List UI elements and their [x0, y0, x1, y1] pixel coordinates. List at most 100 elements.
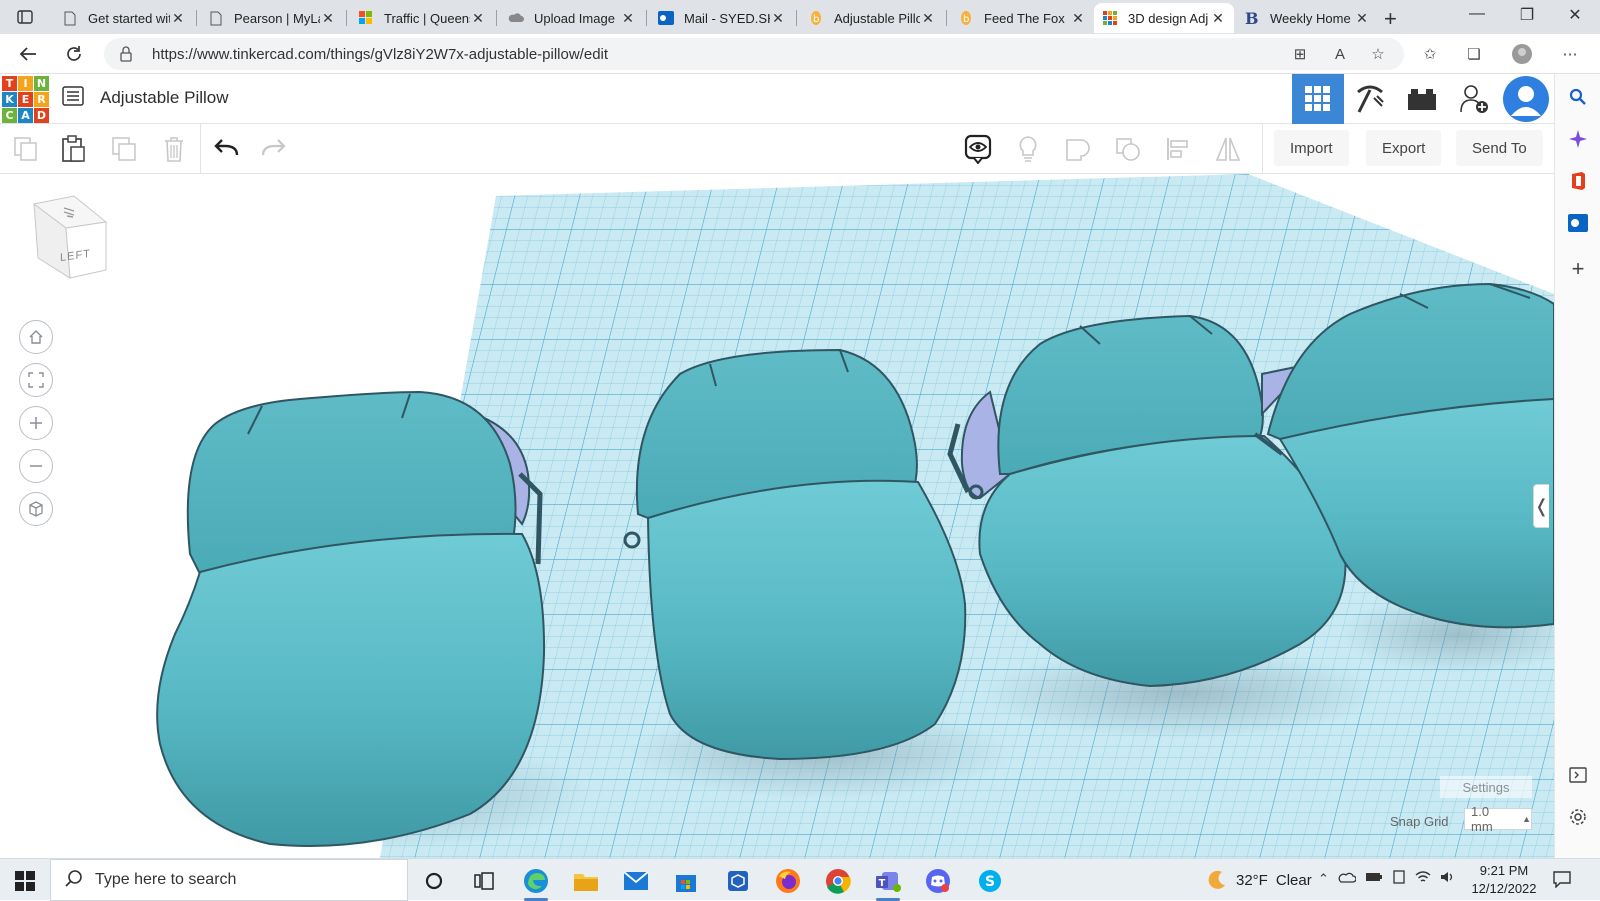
- app-available-icon[interactable]: ⊞: [1290, 44, 1310, 64]
- virtualbox-app-icon[interactable]: [718, 863, 758, 899]
- volume-icon[interactable]: [1440, 870, 1456, 887]
- teams-app-icon[interactable]: T: [868, 863, 908, 901]
- collections-icon[interactable]: ❏: [1464, 44, 1484, 64]
- store-app-icon[interactable]: [666, 863, 706, 899]
- tab-close-icon[interactable]: ✕: [1210, 10, 1226, 27]
- browser-menu-icon[interactable]: ⋯: [1560, 44, 1580, 64]
- view-cube[interactable]: LEFT: [30, 194, 110, 284]
- new-tab-button[interactable]: +: [1384, 6, 1397, 32]
- search-sidebar-icon[interactable]: [1567, 86, 1589, 108]
- undo-button[interactable]: [210, 133, 242, 165]
- blocks-view-button[interactable]: [1344, 74, 1396, 124]
- firefox-app-icon[interactable]: [768, 863, 808, 899]
- profile-icon[interactable]: [1512, 44, 1532, 64]
- export-button[interactable]: Export: [1366, 130, 1442, 166]
- delete-button[interactable]: [158, 133, 190, 165]
- tab-close-icon[interactable]: ✕: [1070, 10, 1086, 27]
- fit-view-button[interactable]: [19, 363, 53, 397]
- discover-icon[interactable]: [1567, 128, 1589, 150]
- show-all-button[interactable]: [1012, 133, 1044, 165]
- tab-close-icon[interactable]: ✕: [770, 10, 786, 27]
- tab-close-icon[interactable]: ✕: [920, 10, 936, 27]
- add-favorite-icon[interactable]: ☆: [1368, 44, 1388, 64]
- tab-actions-menu-icon[interactable]: [10, 6, 40, 28]
- onedrive-icon[interactable]: [1338, 871, 1357, 886]
- browser-tab[interactable]: Pearson | MyLab ✕: [200, 3, 344, 33]
- zoom-out-button[interactable]: [19, 449, 53, 483]
- 3d-view-button[interactable]: [1292, 74, 1344, 124]
- snap-grid-select[interactable]: 1.0 mm ▲: [1464, 804, 1532, 834]
- home-view-button[interactable]: [19, 320, 53, 354]
- weather-widget[interactable]: 32°F Clear: [1206, 869, 1312, 891]
- browser-tab-active[interactable]: 3D design Adj ✕: [1094, 3, 1234, 33]
- send-to-button[interactable]: Send To: [1456, 130, 1543, 166]
- browser-tab[interactable]: Get started with ✕: [54, 3, 194, 33]
- discord-app-icon[interactable]: [918, 863, 958, 899]
- back-button[interactable]: [14, 40, 42, 68]
- taskbar-clock[interactable]: 9:21 PM 12/12/2022: [1468, 862, 1540, 898]
- add-sidebar-icon[interactable]: +: [1567, 256, 1589, 281]
- battery-icon[interactable]: [1365, 871, 1383, 886]
- eye-bubble-icon: [964, 134, 992, 164]
- collapse-panel-button[interactable]: ❬: [1533, 484, 1549, 528]
- tab-close-icon[interactable]: ✕: [320, 10, 336, 27]
- redo-button[interactable]: [258, 133, 290, 165]
- office-icon[interactable]: [1567, 170, 1589, 192]
- tinkercad-logo[interactable]: T I N K E R C A D: [2, 76, 49, 123]
- zoom-in-button[interactable]: [19, 406, 53, 440]
- ungroup-button[interactable]: [1112, 133, 1144, 165]
- start-button[interactable]: [8, 867, 42, 895]
- read-aloud-icon[interactable]: A: [1330, 44, 1350, 64]
- tab-close-icon[interactable]: ✕: [620, 10, 636, 27]
- sidebar-settings-icon[interactable]: [1567, 806, 1589, 828]
- tab-close-icon[interactable]: ✕: [470, 10, 486, 27]
- minimize-icon[interactable]: —: [1454, 5, 1500, 23]
- mail-app-icon[interactable]: [616, 863, 656, 899]
- browser-tab[interactable]: Mail - SYED.SH ✕: [650, 3, 794, 33]
- url-field[interactable]: https://www.tinkercad.com/things/gVlz8iY…: [104, 38, 1404, 70]
- restore-icon[interactable]: ❐: [1504, 5, 1550, 25]
- tab-title: Feed The Fox: [984, 10, 1065, 26]
- align-button[interactable]: [1162, 133, 1194, 165]
- design-list-icon[interactable]: [62, 86, 86, 110]
- edge-app-icon[interactable]: [516, 863, 556, 901]
- tab-close-icon[interactable]: ✕: [1354, 10, 1370, 27]
- browser-tab[interactable]: Traffic | Queens ✕: [350, 3, 494, 33]
- group-button[interactable]: [1062, 133, 1094, 165]
- workplane-viewport[interactable]: LEFT ❬ Settings Snap Grid 1.0 mm ▲: [0, 174, 1554, 858]
- skype-app-icon[interactable]: S: [970, 863, 1010, 899]
- favorites-icon[interactable]: ✩: [1420, 44, 1440, 64]
- task-view-icon[interactable]: [464, 863, 504, 899]
- settings-button[interactable]: Settings: [1440, 776, 1532, 798]
- wifi-icon[interactable]: [1415, 870, 1431, 887]
- file-explorer-icon[interactable]: [566, 863, 606, 899]
- browser-tab[interactable]: Upload Image ✕: [500, 3, 644, 33]
- browser-tab[interactable]: b Adjustable Pillow ✕: [800, 3, 944, 33]
- perspective-button[interactable]: [19, 492, 53, 526]
- copy-button[interactable]: [10, 133, 42, 165]
- notifications-icon[interactable]: [1552, 870, 1572, 893]
- mirror-button[interactable]: [1212, 133, 1244, 165]
- chevron-up-icon[interactable]: ⌃: [1318, 871, 1329, 887]
- device-icon[interactable]: [1392, 870, 1406, 887]
- outlook-sidebar-icon[interactable]: [1567, 212, 1589, 234]
- cortana-icon[interactable]: [414, 863, 454, 899]
- account-avatar[interactable]: [1500, 74, 1552, 124]
- paste-button[interactable]: [58, 133, 90, 165]
- workplane-scene[interactable]: [0, 174, 1554, 858]
- design-title[interactable]: Adjustable Pillow: [100, 88, 229, 108]
- chrome-app-icon[interactable]: [818, 863, 858, 899]
- notes-button[interactable]: [962, 133, 994, 165]
- close-window-icon[interactable]: ✕: [1552, 5, 1598, 25]
- taskbar-search[interactable]: Type here to search: [50, 859, 408, 901]
- duplicate-button[interactable]: [108, 133, 140, 165]
- refresh-button[interactable]: [60, 40, 88, 68]
- tab-close-icon[interactable]: ✕: [170, 10, 186, 27]
- browser-tab[interactable]: B Weekly Home ✕: [1236, 3, 1378, 33]
- invite-user-button[interactable]: [1448, 74, 1500, 124]
- bricks-view-button[interactable]: [1396, 74, 1448, 124]
- import-button[interactable]: Import: [1274, 130, 1349, 166]
- sidebar-toggle-icon[interactable]: [1567, 764, 1589, 786]
- browser-tab[interactable]: b Feed The Fox ✕: [950, 3, 1094, 33]
- logo-letter: K: [2, 92, 17, 107]
